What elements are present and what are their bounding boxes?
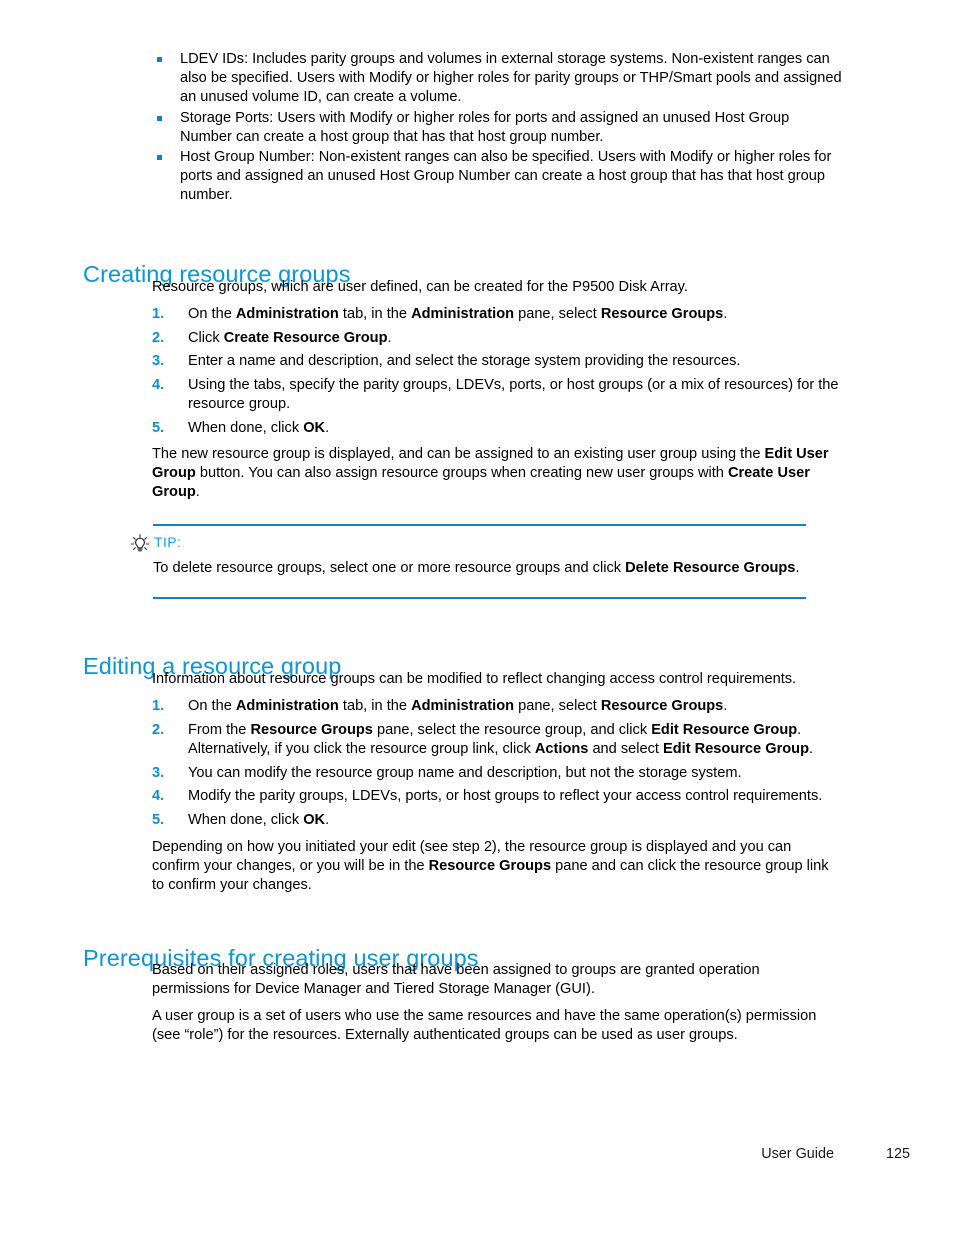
- list-item-number: 4.: [152, 377, 165, 394]
- footer-document-title: User Guide: [761, 1146, 834, 1162]
- list-item-text: When done, click OK.: [188, 812, 330, 829]
- list-item-number: 3.: [152, 764, 165, 781]
- list-item-text: Enter a name and description, and select…: [188, 353, 741, 370]
- tip-bottom-rule: [153, 597, 806, 599]
- list-item-text: When done, click OK.: [188, 420, 330, 437]
- tip-label: TIP:: [154, 534, 182, 550]
- list-item-number: 4.: [152, 788, 165, 805]
- list-item-number: 3.: [152, 353, 165, 370]
- square-bullet-icon: [157, 155, 162, 161]
- list-item-text: Using the tabs, specify the parity group…: [188, 377, 839, 413]
- tip-top-rule: [153, 524, 806, 526]
- list-item-number: 2.: [152, 721, 165, 738]
- list-item: Host Group Number: Non-existent ranges c…: [152, 148, 842, 206]
- list-item-number: 1.: [152, 306, 165, 322]
- list-item-number: 5.: [152, 812, 165, 829]
- list-item: 2. Click Create Resource Group.: [152, 329, 852, 348]
- list-item-text: Host Group Number: Non-existent ranges c…: [180, 149, 832, 204]
- list-item: 3. Enter a name and description, and sel…: [152, 352, 852, 371]
- list-item: 5. When done, click OK.: [152, 419, 852, 438]
- prerequisites-paragraph-2: A user group is a set of users who use t…: [152, 1008, 817, 1044]
- list-item-text: You can modify the resource group name a…: [188, 764, 742, 781]
- list-item-text: Click Create Resource Group.: [188, 329, 392, 346]
- list-item: 2. From the Resource Groups pane, select…: [152, 721, 852, 759]
- editing-a-resource-group-steps: 1. On the Administration tab, in the Adm…: [152, 697, 852, 835]
- list-item: 4. Modify the parity groups, LDEVs, port…: [152, 787, 852, 806]
- creating-resource-groups-outro: The new resource group is displayed, and…: [152, 446, 829, 501]
- list-item: 1. On the Administration tab, in the Adm…: [152, 305, 852, 324]
- square-bullet-icon: [157, 57, 162, 62]
- footer-page-number: 125: [885, 1146, 910, 1162]
- prerequisites-paragraph-1: Based on their assigned roles, users tha…: [152, 962, 760, 998]
- list-item-text: Storage Ports: Users with Modify or high…: [180, 109, 790, 145]
- list-item-text: Modify the parity groups, LDEVs, ports, …: [188, 788, 823, 805]
- creating-resource-groups-steps: 1. On the Administration tab, in the Adm…: [152, 305, 852, 443]
- list-item: Storage Ports: Users with Modify or high…: [152, 109, 842, 147]
- section-intro-paragraph: Resource groups, which are user defined,…: [152, 279, 688, 295]
- list-item-number: 2.: [152, 329, 165, 346]
- list-item: 3. You can modify the resource group nam…: [152, 764, 852, 783]
- list-item: LDEV IDs: Includes parity groups and vol…: [152, 50, 842, 108]
- list-item-number: 5.: [152, 420, 165, 437]
- list-item-text: From the Resource Groups pane, select th…: [188, 721, 814, 757]
- tip-body-text: To delete resource groups, select one or…: [153, 560, 800, 576]
- list-item: 4. Using the tabs, specify the parity gr…: [152, 376, 852, 414]
- list-item-text: On the Administration tab, in the Admini…: [188, 306, 728, 322]
- document-page: LDEV IDs: Includes parity groups and vol…: [0, 0, 954, 1235]
- square-bullet-icon: [157, 115, 162, 121]
- list-item: 5. When done, click OK.: [152, 811, 852, 830]
- editing-a-resource-group-outro: Depending on how you initiated your edit…: [152, 839, 829, 894]
- intro-bullet-list: LDEV IDs: Includes parity groups and vol…: [152, 50, 842, 207]
- list-item-text: On the Administration tab, in the Admini…: [188, 698, 728, 714]
- list-item: 1. On the Administration tab, in the Adm…: [152, 697, 852, 716]
- list-item-text: LDEV IDs: Includes parity groups and vol…: [180, 51, 842, 106]
- page-footer: User Guide 125: [0, 1146, 954, 1166]
- list-item-number: 1.: [152, 698, 165, 714]
- lightbulb-icon: [130, 534, 150, 554]
- section-intro-paragraph: Information about resource groups can be…: [152, 671, 797, 687]
